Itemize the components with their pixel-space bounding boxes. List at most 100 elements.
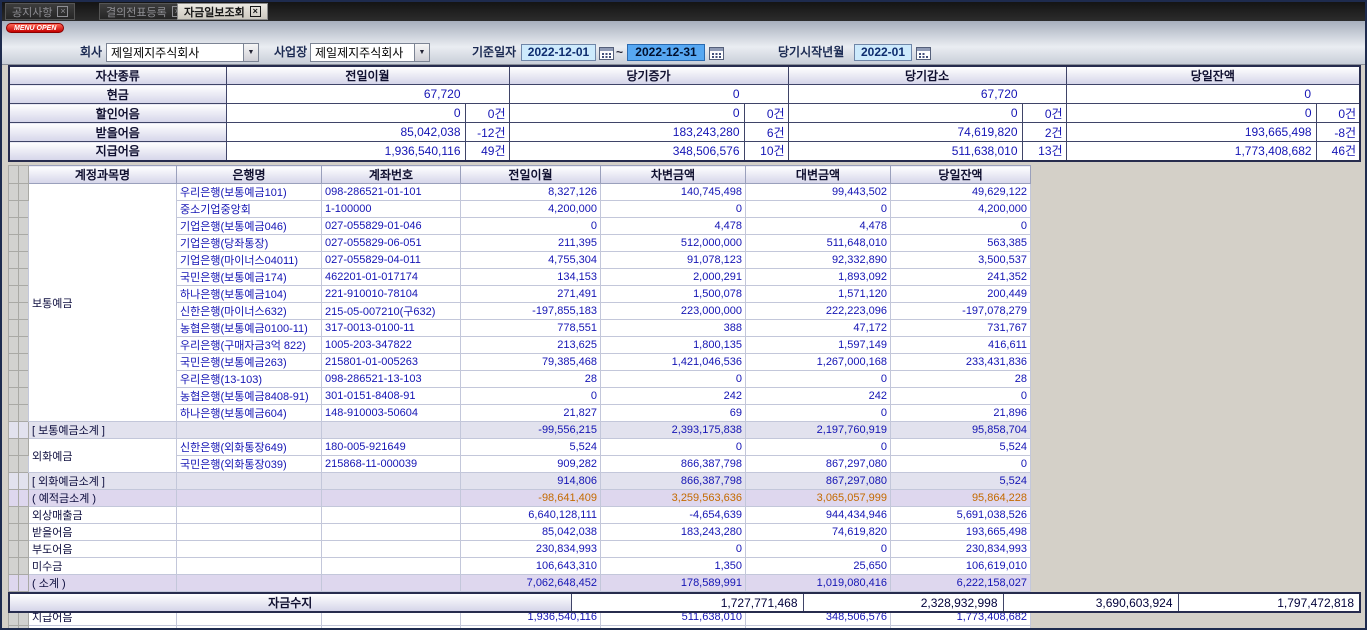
row-selector[interactable] xyxy=(19,201,29,218)
amount-cell: 1,421,046,536 xyxy=(601,354,746,371)
row-selector[interactable] xyxy=(19,303,29,320)
amount-cell: 0 xyxy=(746,201,891,218)
row-selector[interactable] xyxy=(9,626,19,630)
row-selector[interactable] xyxy=(9,269,19,286)
chevron-down-icon[interactable]: ▼ xyxy=(243,44,258,61)
bank-cell xyxy=(177,473,322,490)
row-selector[interactable] xyxy=(9,575,19,592)
tab-notice[interactable]: 공지사항 × xyxy=(5,3,75,20)
date-to-input[interactable]: 2022-12-31 xyxy=(627,44,705,61)
funds-balance-label: 자금수지 xyxy=(9,593,571,612)
close-icon[interactable]: × xyxy=(250,6,261,17)
account-label-cell: 받을어음 xyxy=(29,524,177,541)
calendar-icon[interactable] xyxy=(916,46,931,60)
site-label: 사업장 xyxy=(274,43,307,62)
amount-cell: 0 xyxy=(746,541,891,558)
row-selector[interactable] xyxy=(19,269,29,286)
row-selector[interactable] xyxy=(9,252,19,269)
bank-cell: 신한은행(외화통장649) xyxy=(177,439,322,456)
row-selector[interactable] xyxy=(19,439,29,456)
summary-count: -8건 xyxy=(1316,123,1360,142)
row-selector-header xyxy=(9,166,19,184)
row-selector[interactable] xyxy=(19,575,29,592)
app-window: 공지사항 × 결의전표등록 × 자금일보조회 × MENU OPEN 회사 제일… xyxy=(0,0,1367,630)
tab-bar: 공지사항 × 결의전표등록 × 자금일보조회 × xyxy=(2,2,1365,21)
row-selector[interactable] xyxy=(19,354,29,371)
row-selector[interactable] xyxy=(9,405,19,422)
calendar-icon[interactable] xyxy=(709,46,724,60)
account-label-cell: [ 보통예금소계 ] xyxy=(29,422,177,439)
row-selector[interactable] xyxy=(9,184,19,201)
row-selector[interactable] xyxy=(9,558,19,575)
row-selector[interactable] xyxy=(19,320,29,337)
bank-cell: 우리은행(보통예금101) xyxy=(177,184,322,201)
row-selector[interactable] xyxy=(19,473,29,490)
row-selector[interactable] xyxy=(19,252,29,269)
close-icon[interactable]: × xyxy=(57,6,68,17)
row-selector[interactable] xyxy=(19,422,29,439)
bank-cell: 국민은행(외화통장039) xyxy=(177,456,322,473)
amount-cell: 183,243,280 xyxy=(601,524,746,541)
row-selector[interactable] xyxy=(19,184,29,201)
row-selector[interactable] xyxy=(19,524,29,541)
row-selector[interactable] xyxy=(19,286,29,303)
row-selector[interactable] xyxy=(9,201,19,218)
summary-amount: 67,720 xyxy=(788,85,1066,104)
amount-cell: -98,641,409 xyxy=(461,490,601,507)
account-group-cell: 외화예금 xyxy=(29,439,177,473)
row-selector[interactable] xyxy=(9,507,19,524)
row-selector[interactable] xyxy=(19,626,29,630)
tab-daily-funds-report[interactable]: 자금일보조회 × xyxy=(177,3,268,20)
menu-open-button[interactable]: MENU OPEN xyxy=(6,23,64,33)
row-selector[interactable] xyxy=(9,286,19,303)
row-selector[interactable] xyxy=(9,524,19,541)
row-selector[interactable] xyxy=(9,473,19,490)
row-selector[interactable] xyxy=(9,490,19,507)
date-from-input[interactable]: 2022-12-01 xyxy=(521,44,596,61)
row-selector[interactable] xyxy=(9,541,19,558)
row-selector[interactable] xyxy=(19,337,29,354)
amount-cell: 4,200,000 xyxy=(891,201,1031,218)
row-selector[interactable] xyxy=(19,456,29,473)
amount-cell: 1,893,092 xyxy=(746,269,891,286)
row-selector[interactable] xyxy=(9,439,19,456)
row-selector[interactable] xyxy=(9,456,19,473)
site-select[interactable]: 제일제지주식회사 ▼ xyxy=(310,43,430,62)
row-selector[interactable] xyxy=(9,337,19,354)
row-selector[interactable] xyxy=(19,371,29,388)
row-selector[interactable] xyxy=(19,490,29,507)
chevron-down-icon[interactable]: ▼ xyxy=(414,44,429,61)
amount-cell: 97,693,273 xyxy=(601,626,746,630)
row-selector[interactable] xyxy=(9,422,19,439)
detail-table-body: 보통예금우리은행(보통예금101)098-286521-01-1018,327,… xyxy=(9,184,1031,630)
period-start-input[interactable]: 2022-01 xyxy=(854,44,912,61)
row-selector[interactable] xyxy=(19,235,29,252)
row-selector[interactable] xyxy=(9,354,19,371)
row-selector[interactable] xyxy=(9,235,19,252)
amount-cell: 5,691,038,526 xyxy=(891,507,1031,524)
summary-table: 자산종류 전일이월 당기증가 당기감소 당일잔액 현금67,720067,720… xyxy=(8,65,1361,162)
row-selector[interactable] xyxy=(19,507,29,524)
amount-cell: 0 xyxy=(891,218,1031,235)
account-label-cell: [ 외화예금소계 ] xyxy=(29,473,177,490)
row-selector[interactable] xyxy=(19,218,29,235)
row-selector[interactable] xyxy=(19,388,29,405)
company-select[interactable]: 제일제지주식회사 ▼ xyxy=(106,43,259,62)
amount-cell: 44,929,615 xyxy=(746,626,891,630)
summary-row: 할인어음00건00건00건00건 xyxy=(9,104,1360,123)
row-selector[interactable] xyxy=(9,371,19,388)
calendar-icon[interactable] xyxy=(599,46,614,60)
bank-cell: 중소기업중앙회 xyxy=(177,201,322,218)
row-selector[interactable] xyxy=(19,405,29,422)
row-selector[interactable] xyxy=(9,320,19,337)
row-selector[interactable] xyxy=(9,388,19,405)
bank-cell: 농협은행(보통예금8408-91) xyxy=(177,388,322,405)
row-selector[interactable] xyxy=(9,303,19,320)
row-selector[interactable] xyxy=(19,558,29,575)
amount-cell: -99,556,215 xyxy=(461,422,601,439)
row-selector[interactable] xyxy=(19,541,29,558)
amount-cell: 222,223,096 xyxy=(746,303,891,320)
row-selector[interactable] xyxy=(9,218,19,235)
detail-row: [ 보통예금소계 ]-99,556,2152,393,175,8382,197,… xyxy=(9,422,1031,439)
summary-amount: 74,619,820 xyxy=(788,123,1022,142)
